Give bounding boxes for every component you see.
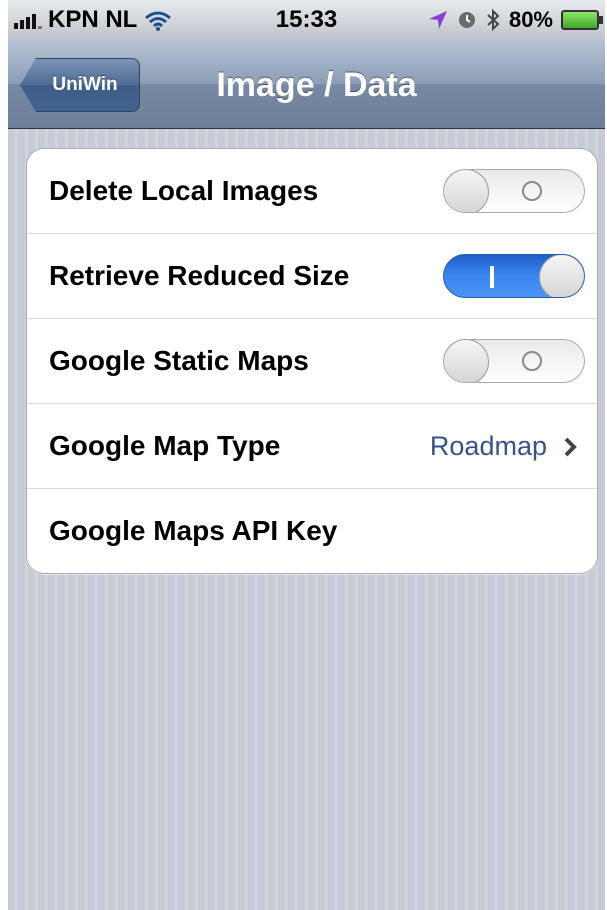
on-indicator-icon bbox=[490, 266, 494, 288]
setting-label: Delete Local Images bbox=[49, 175, 319, 206]
setting-label: Google Map Type bbox=[49, 430, 281, 461]
location-icon bbox=[428, 11, 447, 29]
status-bar: KPN NL 15:33 80% bbox=[8, 0, 605, 40]
setting-row-google-static-maps: Google Static Maps bbox=[27, 319, 597, 404]
setting-label: Google Static Maps bbox=[49, 345, 309, 376]
setting-row-retrieve-reduced-size: Retrieve Reduced Size bbox=[27, 234, 597, 319]
battery-charging-icon bbox=[561, 10, 603, 30]
setting-row-google-map-type[interactable]: Google Map Type Roadmap bbox=[27, 404, 597, 489]
chevron-right-icon bbox=[564, 437, 577, 457]
toggle-knob bbox=[539, 255, 584, 297]
map-type-value: Roadmap bbox=[429, 431, 547, 461]
off-indicator-icon bbox=[522, 351, 542, 371]
setting-row-delete-local-images: Delete Local Images bbox=[27, 149, 597, 234]
navigation-bar: UniWin Image / Data bbox=[8, 40, 605, 129]
setting-row-google-maps-api-key[interactable]: Google Maps API Key bbox=[27, 489, 597, 573]
page-title: Image / Data bbox=[216, 66, 417, 104]
status-right: 80% bbox=[427, 4, 603, 36]
delete-local-images-toggle[interactable] bbox=[443, 169, 585, 213]
google-static-maps-toggle[interactable] bbox=[443, 339, 585, 383]
battery-percent: 80% bbox=[508, 7, 553, 32]
toggle-knob bbox=[444, 340, 489, 382]
setting-label: Google Maps API Key bbox=[49, 515, 338, 546]
off-indicator-icon bbox=[522, 181, 542, 201]
setting-label: Retrieve Reduced Size bbox=[49, 260, 350, 291]
toggle-knob bbox=[444, 170, 489, 212]
retrieve-reduced-size-toggle[interactable] bbox=[443, 254, 585, 298]
alarm-icon bbox=[458, 12, 475, 28]
bluetooth-icon bbox=[487, 8, 500, 32]
phone-screen: KPN NL 15:33 80% UniWin Image / Data Del… bbox=[8, 0, 605, 910]
settings-group: Delete Local Images Retrieve Reduced Siz… bbox=[26, 148, 598, 574]
